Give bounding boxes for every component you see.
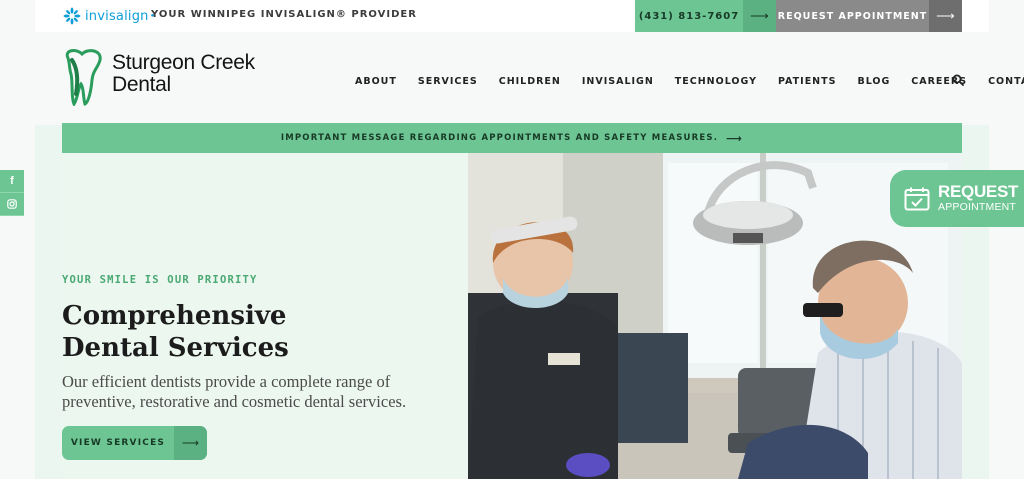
floating-request-line-2: APPOINTMENT xyxy=(938,201,1017,213)
important-message-bar[interactable]: IMPORTANT MESSAGE REGARDING APPOINTMENTS… xyxy=(62,123,962,153)
arrow-right-icon: ⟶ xyxy=(929,0,962,32)
important-message-text: IMPORTANT MESSAGE REGARDING APPOINTMENTS… xyxy=(280,133,719,143)
nav-invisalign[interactable]: INVISALIGN xyxy=(582,76,654,87)
search-icon[interactable] xyxy=(952,74,964,86)
hero-photo-dental-exam xyxy=(468,153,962,479)
arrow-right-icon: ⟶ xyxy=(174,426,207,460)
main-nav: ABOUT SERVICES CHILDREN INVISALIGN TECHN… xyxy=(355,76,1024,87)
view-services-label: VIEW SERVICES xyxy=(70,438,166,448)
dental-exam-illustration xyxy=(468,153,962,479)
arrow-right-icon: ⟶ xyxy=(743,0,776,32)
phone-number: (431) 813-7607 xyxy=(638,10,740,22)
logo-text: Sturgeon Creek Dental xyxy=(112,52,255,96)
instagram-icon[interactable] xyxy=(0,193,24,216)
top-bar: invisalign ● YOUR WINNIPEG INVISALIGN® P… xyxy=(35,0,989,32)
floating-request-text: REQUEST APPOINTMENT xyxy=(938,183,1018,214)
tooth-logo-icon xyxy=(65,49,102,106)
invisalign-logo-text: invisalign xyxy=(85,8,149,24)
phone-button[interactable]: (431) 813-7607 ⟶ xyxy=(635,0,776,32)
request-appointment-label: REQUEST APPOINTMENT xyxy=(777,10,928,22)
nav-children[interactable]: CHILDREN xyxy=(499,76,561,87)
calendar-check-icon xyxy=(904,187,930,210)
invisalign-star-icon xyxy=(63,7,81,25)
provider-tagline: YOUR WINNIPEG INVISALIGN® PROVIDER xyxy=(151,9,417,20)
invisalign-logo[interactable]: invisalign ● xyxy=(63,6,154,26)
nav-contact[interactable]: CONTACT xyxy=(988,76,1024,87)
logo-line-2: Dental xyxy=(112,73,171,96)
nav-technology[interactable]: TECHNOLOGY xyxy=(675,76,757,87)
request-appointment-button[interactable]: REQUEST APPOINTMENT ⟶ xyxy=(776,0,962,32)
nav-patients[interactable]: PATIENTS xyxy=(778,76,836,87)
view-services-button[interactable]: VIEW SERVICES ⟶ xyxy=(62,426,207,460)
arrow-right-icon: ⟶ xyxy=(726,131,744,145)
hero-headline: Comprehensive Dental Services xyxy=(62,301,289,363)
site-logo[interactable]: Sturgeon Creek Dental xyxy=(62,48,255,106)
floating-request-appointment-button[interactable]: REQUEST APPOINTMENT xyxy=(890,170,1024,227)
hero-eyebrow: YOUR SMILE IS OUR PRIORITY xyxy=(62,274,258,286)
nav-services[interactable]: SERVICES xyxy=(418,76,478,87)
social-sidebar: f xyxy=(0,170,24,216)
floating-request-line-1: REQUEST xyxy=(938,182,1019,201)
nav-about[interactable]: ABOUT xyxy=(355,76,397,87)
logo-line-1: Sturgeon Creek xyxy=(112,51,255,74)
instagram-glyph xyxy=(7,199,17,209)
hero-description: Our efficient dentists provide a complet… xyxy=(62,372,407,411)
facebook-icon[interactable]: f xyxy=(0,170,24,193)
nav-blog[interactable]: BLOG xyxy=(857,76,890,87)
